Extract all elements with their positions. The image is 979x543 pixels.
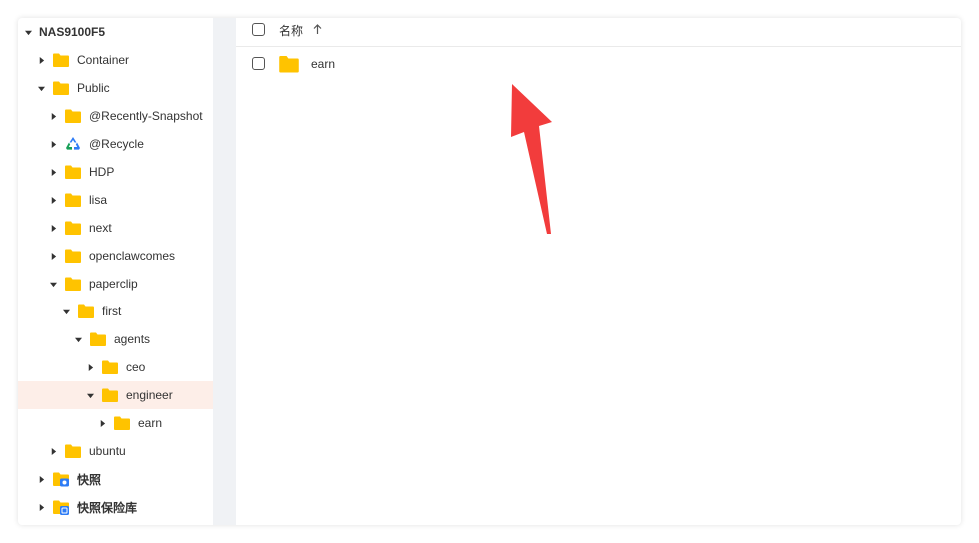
file-list-header: 名称 [236,18,961,47]
folder-icon [64,220,82,236]
vault-folder-icon [52,499,70,515]
folder-icon [52,80,70,96]
tree-item-engineer[interactable]: engineer [18,381,213,409]
tree-item-earn[interactable]: earn [18,409,213,437]
tree-item-label: lisa [89,193,108,207]
chevron-down-icon[interactable] [73,334,83,344]
tree-item-hdp[interactable]: HDP [18,158,213,186]
folder-icon [64,164,82,180]
chevron-right-icon[interactable] [48,139,58,149]
folder-icon [77,303,95,319]
folder-icon [64,108,82,124]
tree-item-label: 快照 [77,472,102,487]
chevron-right-icon[interactable] [48,446,58,456]
tree-item-label: earn [138,416,163,430]
tree-item-label: paperclip [89,277,138,291]
chevron-down-icon[interactable] [23,27,33,37]
file-list-panel: 名称 earn [236,18,961,525]
recycle-icon [64,136,82,152]
folder-icon [64,192,82,208]
tree-item-label: @Recycle [89,137,144,151]
tree-item-label: ubuntu [89,444,126,458]
tree-item-label: ceo [126,360,146,374]
file-row[interactable]: earn [236,49,961,79]
chevron-right-icon[interactable] [48,167,58,177]
chevron-right-icon[interactable] [48,111,58,121]
folder-icon [101,359,119,375]
tree-item-label: Container [77,53,130,67]
tree-item-recycle[interactable]: @Recycle [18,130,213,158]
chevron-down-icon[interactable] [61,306,71,316]
tree-item-label: NAS9100F5 [39,25,106,39]
tree-item-lisa[interactable]: lisa [18,186,213,214]
folder-icon [64,276,82,292]
tree-item-paperclip[interactable]: paperclip [18,270,213,298]
tree-item-label: 快照保险库 [77,500,138,515]
chevron-right-icon[interactable] [36,474,46,484]
tree-item-snapshot[interactable]: 快照 [18,465,213,493]
folder-icon [64,248,82,264]
file-name[interactable]: earn [311,57,335,71]
select-all-checkbox[interactable] [252,23,265,36]
tree-item-first[interactable]: first [18,297,213,325]
chevron-right-icon[interactable] [48,251,58,261]
tree-item-public[interactable]: Public [18,74,213,102]
snapshot-folder-icon [52,471,70,487]
folder-icon [64,443,82,459]
chevron-right-icon[interactable] [36,502,46,512]
annotation-arrow-icon [511,84,552,234]
tree-item-next[interactable]: next [18,214,213,242]
chevron-right-icon[interactable] [97,418,107,428]
chevron-right-icon[interactable] [85,362,95,372]
tree-item-label: first [102,304,122,318]
chevron-right-icon[interactable] [48,195,58,205]
tree-item-openclawcomes[interactable]: openclawcomes [18,242,213,270]
tree-item-ubuntu[interactable]: ubuntu [18,437,213,465]
tree-item-label: openclawcomes [89,249,176,263]
chevron-down-icon[interactable] [36,83,46,93]
tree-item-agents[interactable]: agents [18,325,213,353]
folder-icon [89,331,107,347]
tree-item-label: HDP [89,165,115,179]
chevron-right-icon[interactable] [36,55,46,65]
tree-item-label: Public [77,81,110,95]
folder-icon [101,387,119,403]
chevron-down-icon[interactable] [48,279,58,289]
row-checkbox[interactable] [252,57,265,70]
tree-item-label: next [89,221,112,235]
tree-item-container[interactable]: Container [18,46,213,74]
tree-item-nas9100f5[interactable]: NAS9100F5 [18,18,213,46]
tree-item-snapshot-vault[interactable]: 快照保险库 [18,493,213,521]
chevron-right-icon[interactable] [48,223,58,233]
sort-ascending-icon[interactable] [313,24,322,35]
tree-item-label: @Recently-Snapshot [89,109,203,123]
chevron-down-icon[interactable] [85,390,95,400]
tree-item-recently-snapshot[interactable]: @Recently-Snapshot [18,102,213,130]
folder-icon [113,415,131,431]
tree-item-label: agents [114,332,151,346]
folder-icon [278,54,300,74]
tree-item-ceo[interactable]: ceo [18,353,213,381]
folder-icon [52,52,70,68]
file-manager-window: NAS9100F5 Container Public @Recently-Sna… [18,18,961,525]
tree-item-label: engineer [126,388,173,402]
name-column-header[interactable]: 名称 [279,22,303,39]
folder-tree: NAS9100F5 Container Public @Recently-Sna… [18,18,213,525]
